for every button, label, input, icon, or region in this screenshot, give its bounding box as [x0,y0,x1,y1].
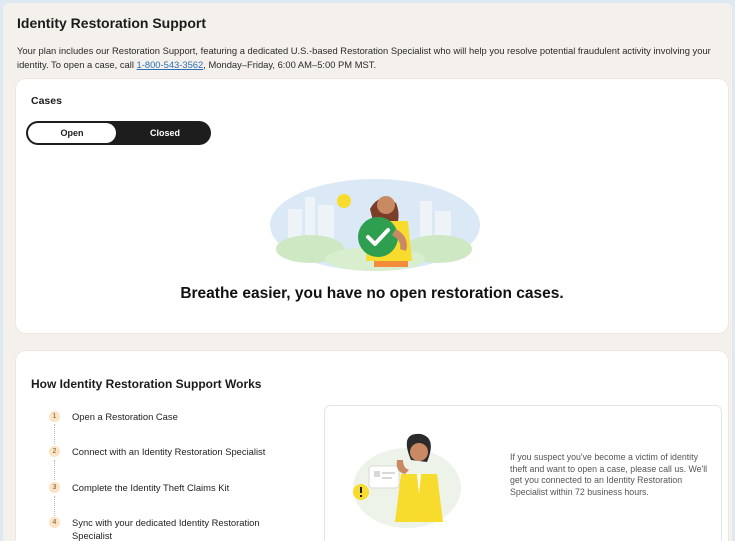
step-number: 4 [49,517,60,528]
case-status-toggle[interactable]: Open Closed [26,121,211,145]
step-label: Sync with your dedicated Identity Restor… [72,517,260,541]
toggle-closed[interactable]: Closed [121,123,209,143]
cases-title: Cases [31,95,62,107]
how-it-works-title: How Identity Restoration Support Works [31,377,262,391]
step-number: 3 [49,482,60,493]
info-text: If you suspect you've become a victim of… [510,452,708,497]
step-number: 1 [49,411,60,422]
how-it-works-card: How Identity Restoration Support Works 1… [16,351,728,541]
intro-text-after: , Monday–Friday, 6:00 AM–5:00 PM MST. [203,59,377,70]
no-cases-illustration [270,179,480,271]
no-cases-message: Breathe easier, you have no open restora… [180,285,564,302]
step-item: 2 Connect with an Identity Restoration S… [49,445,309,458]
warning-icon [353,484,369,500]
phone-link[interactable]: 1-800-543-3562 [137,59,204,70]
step-number: 2 [49,446,60,457]
step-label: Complete the Identity Theft Claims Kit [72,482,230,493]
toggle-open[interactable]: Open [28,123,116,143]
step-connector [54,424,55,444]
step-item: 3 Complete the Identity Theft Claims Kit [49,481,309,494]
page-title: Identity Restoration Support [17,15,206,31]
step-connector [54,496,55,516]
step-connector [54,460,55,480]
step-label: Connect with an Identity Restoration Spe… [72,446,266,457]
step-item: 4 Sync with your dedicated Identity Rest… [49,516,309,541]
page: Identity Restoration Support Your plan i… [3,3,732,541]
specialist-illustration [353,433,461,528]
step-label: Open a Restoration Case [72,411,178,422]
info-panel: If you suspect you've become a victim of… [324,405,722,541]
cases-card: Cases Open Closed Breathe easier, you ha… [16,79,728,333]
intro-text: Your plan includes our Restoration Suppo… [17,44,717,72]
step-item: 1 Open a Restoration Case [49,410,309,423]
